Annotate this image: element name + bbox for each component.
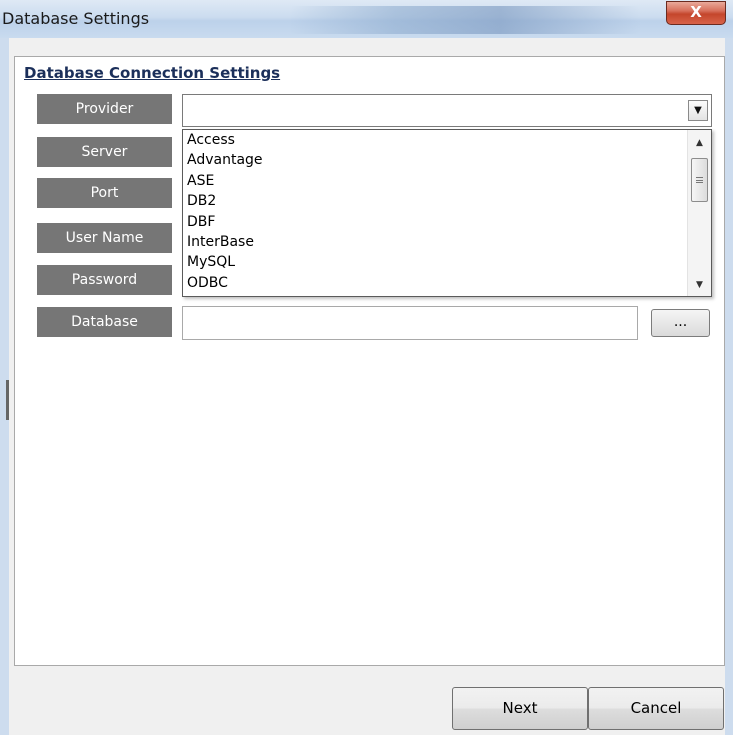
scroll-up-icon[interactable]: ▲ — [690, 134, 709, 152]
user-name-label: User Name — [37, 223, 172, 253]
dropdown-option-advantage[interactable]: Advantage — [187, 153, 263, 173]
dropdown-option-dbf[interactable]: DBF — [187, 214, 263, 235]
dropdown-option-db2[interactable]: DB2 — [187, 194, 263, 214]
database-input[interactable] — [182, 306, 638, 340]
dropdown-option-interbase[interactable]: InterBase — [187, 235, 263, 255]
title-bar-glass — [290, 6, 640, 34]
password-label: Password — [37, 265, 172, 295]
cancel-button[interactable]: Cancel — [588, 687, 724, 730]
title-bar: Database Settings — [0, 0, 733, 38]
browse-button[interactable]: ... — [651, 309, 710, 337]
server-label: Server — [37, 137, 172, 167]
dropdown-scrollbar[interactable]: ▲ ▼ — [687, 130, 711, 296]
next-button[interactable]: Next — [452, 687, 588, 730]
grip-icon — [696, 177, 703, 183]
port-label: Port — [37, 178, 172, 208]
scrollbar-thumb[interactable] — [691, 158, 708, 202]
database-label: Database — [37, 307, 172, 337]
dropdown-option-ase[interactable]: ASE — [187, 174, 263, 194]
chevron-down-icon[interactable]: ▼ — [688, 100, 708, 121]
provider-dropdown-list[interactable]: Access Advantage ASE DB2 DBF InterBase M… — [182, 129, 712, 297]
provider-label: Provider — [37, 94, 172, 124]
close-button[interactable]: X — [666, 1, 726, 25]
scroll-down-icon[interactable]: ▼ — [690, 276, 709, 294]
frame-edge-mark — [6, 380, 9, 420]
dropdown-option-mysql[interactable]: MySQL — [187, 255, 263, 275]
close-icon: X — [690, 3, 702, 21]
provider-select[interactable]: ▼ — [182, 94, 712, 127]
section-title: Database Connection Settings — [24, 64, 281, 82]
window-frame-right — [725, 38, 733, 735]
dropdown-option-access[interactable]: Access — [187, 133, 263, 153]
window-title: Database Settings — [2, 9, 150, 28]
dropdown-option-odbc[interactable]: ODBC — [187, 276, 263, 296]
